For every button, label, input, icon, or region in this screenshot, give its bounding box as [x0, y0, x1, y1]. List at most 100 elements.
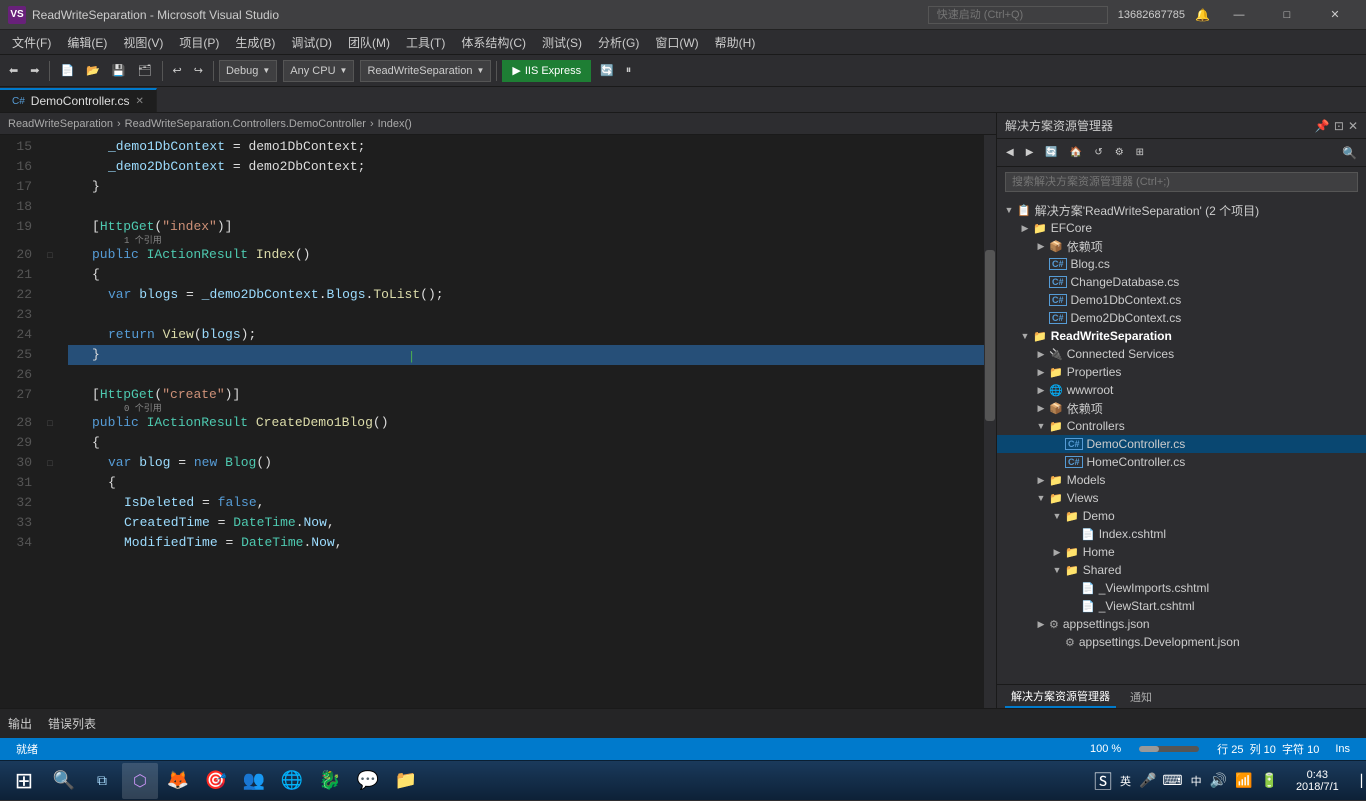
se-forward-button[interactable]: ▶	[1021, 141, 1039, 165]
lang-cn[interactable]: 中	[1191, 773, 1202, 789]
ins-mode[interactable]: Ins	[1327, 738, 1358, 760]
close-button[interactable]: ✕	[1312, 0, 1358, 30]
tree-views[interactable]: ▼ 📁 Views	[997, 489, 1366, 507]
code-editor: ReadWriteSeparation › ReadWriteSeparatio…	[0, 113, 996, 708]
lang-indicator[interactable]: 英	[1120, 773, 1131, 789]
back-button[interactable]: ⬅	[4, 59, 23, 83]
menu-view[interactable]: 视图(V)	[115, 30, 171, 55]
menu-project[interactable]: 项目(P)	[171, 30, 227, 55]
tree-home-folder[interactable]: ▶ 📁 Home	[997, 543, 1366, 561]
breadcrumb-sep2: ›	[370, 118, 374, 130]
menu-architecture[interactable]: 体系结构(C)	[453, 30, 534, 55]
tree-solution[interactable]: ▼ 📋 解决方案'ReadWriteSeparation' (2 个项目)	[997, 201, 1366, 219]
scrollbar-thumb[interactable]	[985, 250, 995, 422]
se-refresh-button[interactable]: ↺	[1089, 141, 1107, 165]
tree-shared-folder[interactable]: ▼ 📁 Shared	[997, 561, 1366, 579]
menu-analyze[interactable]: 分析(G)	[590, 30, 647, 55]
tree-readwrite[interactable]: ▼ 📁 ReadWriteSeparation	[997, 327, 1366, 345]
se-sync-button[interactable]: 🔄	[1040, 141, 1062, 165]
collapse-20[interactable]: □	[40, 245, 60, 265]
save-all-button[interactable]: 🗂	[133, 59, 157, 83]
tab-democontroller[interactable]: C# DemoController.cs ✕	[0, 88, 157, 112]
menu-tools[interactable]: 工具(T)	[398, 30, 453, 55]
zoom-level[interactable]: 100 %	[1082, 738, 1129, 760]
se-expand-button[interactable]: ⊞	[1131, 141, 1149, 165]
se-settings-button[interactable]: ⚙	[1110, 141, 1129, 165]
tree-viewimports-cshtml[interactable]: 📄 _ViewImports.cshtml	[997, 579, 1366, 597]
tree-efcore-deps[interactable]: ▶ 📦 依赖项	[997, 237, 1366, 255]
battery-icon[interactable]: 🔋	[1261, 772, 1278, 789]
quick-launch-input[interactable]	[928, 6, 1108, 24]
tree-efcore-label: EFCore	[1051, 221, 1092, 235]
tree-democontroller-cs[interactable]: C# DemoController.cs	[997, 435, 1366, 453]
collapse-30[interactable]: □	[40, 453, 60, 473]
se-tab-notifications[interactable]: 通知	[1124, 687, 1158, 707]
redo-button[interactable]: ↪	[189, 59, 208, 83]
network-icon[interactable]: 📶	[1235, 772, 1252, 789]
tree-appsettings-dev-json[interactable]: ⚙ appsettings.Development.json	[997, 633, 1366, 651]
output-tab[interactable]: 输出	[8, 715, 32, 732]
maximize-button[interactable]: □	[1264, 0, 1310, 30]
tree-models[interactable]: ▶ 📁 Models	[997, 471, 1366, 489]
tree-changedatabase-cs[interactable]: C# ChangeDatabase.cs	[997, 273, 1366, 291]
tree-appsettings-json[interactable]: ▶ ⚙ appsettings.json	[997, 615, 1366, 633]
status-ready[interactable]: 就绪	[8, 738, 46, 760]
se-back-button[interactable]: ◀	[1001, 141, 1019, 165]
se-dock-icon[interactable]: ⊡	[1334, 119, 1344, 133]
errorlist-tab[interactable]: 错误列表	[48, 715, 96, 732]
menu-file[interactable]: 文件(F)	[4, 30, 59, 55]
tree-rw-deps[interactable]: ▶ 📦 依赖项	[997, 399, 1366, 417]
clock-display[interactable]: 0:43 2018/7/1	[1290, 769, 1345, 793]
tree-controllers[interactable]: ▼ 📁 Controllers	[997, 417, 1366, 435]
tree-properties[interactable]: ▶ 📁 Properties	[997, 363, 1366, 381]
code-lines[interactable]: _demo1DbContext = demo1DbContext; _demo2…	[60, 135, 996, 708]
se-close-icon[interactable]: ✕	[1348, 119, 1358, 133]
menu-debug[interactable]: 调试(D)	[283, 30, 340, 55]
minimize-button[interactable]: —	[1216, 0, 1262, 30]
se-home-button[interactable]: 🏠	[1065, 141, 1087, 165]
refresh-button[interactable]: 🔄	[595, 59, 619, 83]
se-pin-icon[interactable]: 📌	[1315, 119, 1330, 133]
show-desktop-btn[interactable]: ▕	[1353, 774, 1362, 788]
tree-blog-cs[interactable]: C# Blog.cs	[997, 255, 1366, 273]
platform-dropdown[interactable]: Any CPU ▼	[283, 60, 354, 82]
debug-config-dropdown[interactable]: Debug ▼	[219, 60, 277, 82]
se-search-icon[interactable]: 🔍	[1337, 141, 1362, 165]
tree-viewstart-cshtml[interactable]: 📄 _ViewStart.cshtml	[997, 597, 1366, 615]
tree-demo2dbcontext-cs[interactable]: C# Demo2DbContext.cs	[997, 309, 1366, 327]
tree-demo-folder[interactable]: ▼ 📁 Demo	[997, 507, 1366, 525]
code-content-area[interactable]: 15 16 17 18 19 20 21 22 23 24 25 26 27 2…	[0, 135, 996, 708]
forward-button[interactable]: ➡	[25, 59, 44, 83]
menu-edit[interactable]: 编辑(E)	[59, 30, 115, 55]
menu-help[interactable]: 帮助(H)	[707, 30, 764, 55]
menu-test[interactable]: 测试(S)	[534, 30, 590, 55]
tree-demo1dbcontext-cs[interactable]: C# Demo1DbContext.cs	[997, 291, 1366, 309]
project-dropdown[interactable]: ReadWriteSeparation ▼	[360, 60, 491, 82]
tree-efcore[interactable]: ▶ 📁 EFCore	[997, 219, 1366, 237]
tree-blog-label: Blog.cs	[1071, 257, 1110, 271]
vertical-scrollbar[interactable]	[984, 135, 996, 708]
tree-connected-services[interactable]: ▶ 🔌 Connected Services	[997, 345, 1366, 363]
hscroll-bar[interactable]	[1129, 746, 1209, 752]
collapse-28[interactable]: □	[40, 413, 60, 433]
pause-button[interactable]: ⏸	[621, 59, 637, 83]
row-col-info[interactable]: 行 25 列 10 字符 10	[1209, 738, 1327, 760]
se-search-input[interactable]	[1005, 172, 1358, 192]
volume-icon[interactable]: 🔊	[1210, 772, 1227, 789]
open-button[interactable]: 📂	[81, 59, 105, 83]
start-button[interactable]: ⊞	[4, 761, 44, 801]
save-button[interactable]: 💾	[107, 59, 131, 83]
new-project-button[interactable]: 📄	[55, 59, 79, 83]
cs-icon-6: C#	[1065, 456, 1083, 468]
tab-label: DemoController.cs	[31, 94, 130, 108]
run-button[interactable]: ▶ IIS Express	[502, 60, 591, 82]
menu-team[interactable]: 团队(M)	[340, 30, 398, 55]
tab-close-button[interactable]: ✕	[136, 96, 144, 107]
menu-window[interactable]: 窗口(W)	[647, 30, 706, 55]
undo-button[interactable]: ↩	[168, 59, 187, 83]
tree-index-cshtml[interactable]: 📄 Index.cshtml	[997, 525, 1366, 543]
menu-build[interactable]: 生成(B)	[227, 30, 283, 55]
tree-homecontroller-cs[interactable]: C# HomeController.cs	[997, 453, 1366, 471]
tree-wwwroot[interactable]: ▶ 🌐 wwwroot	[997, 381, 1366, 399]
se-tab-solution[interactable]: 解决方案资源管理器	[1005, 686, 1116, 708]
